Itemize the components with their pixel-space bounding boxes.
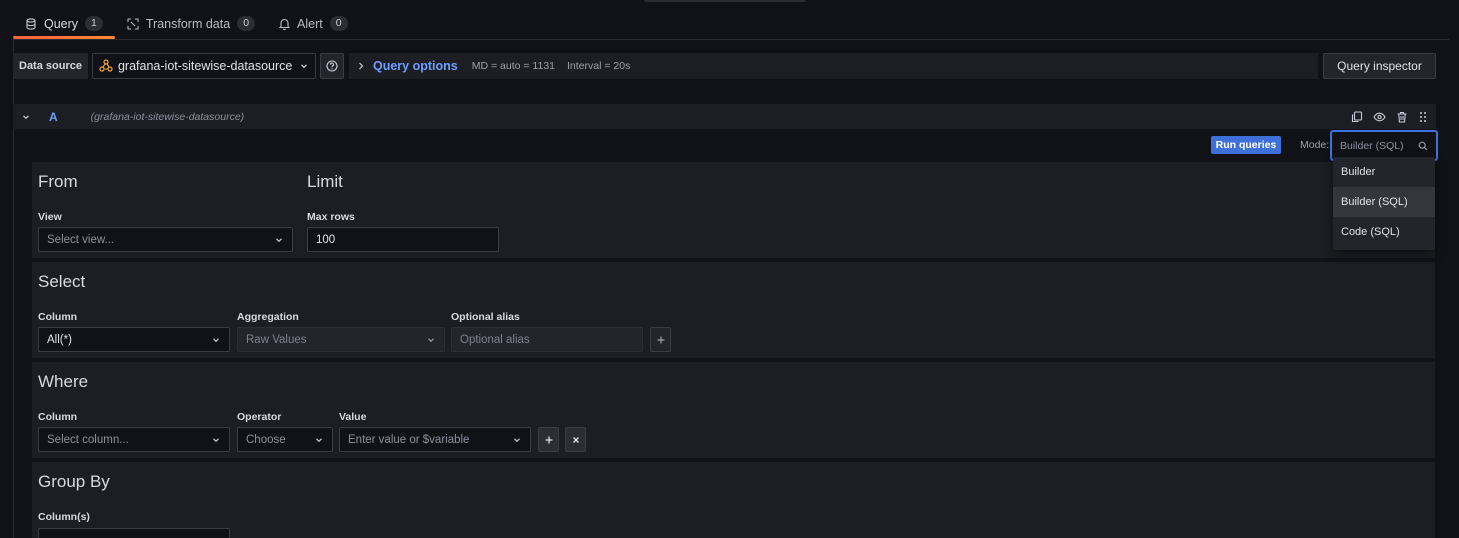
chevron-right-icon xyxy=(357,61,365,71)
group-by-columns-select[interactable] xyxy=(38,528,230,538)
max-rows-label: Max rows xyxy=(307,211,355,223)
bell-icon xyxy=(279,18,291,30)
tab-transform-label: Transform data xyxy=(145,16,231,31)
datasource-name: grafana-iot-sitewise-datasource xyxy=(117,59,293,73)
plus-icon xyxy=(544,435,554,445)
datasource-label: Data source xyxy=(13,53,88,79)
tab-transform-count: 0 xyxy=(237,16,256,31)
mode-label: Mode: xyxy=(1300,139,1330,151)
question-circle-icon xyxy=(326,60,338,72)
tab-query-count: 1 xyxy=(85,16,103,31)
close-icon xyxy=(571,435,581,445)
alias-placeholder: Optional alias xyxy=(460,333,530,346)
query-row-header: A (grafana-iot-sitewise-datasource) xyxy=(13,104,1436,129)
select-column-value: All(*) xyxy=(47,333,72,346)
operator-placeholder: Choose xyxy=(246,433,286,446)
select-title: Select xyxy=(38,272,86,291)
top-notch xyxy=(644,0,806,2)
view-select[interactable]: Select view... xyxy=(38,227,293,252)
datasource-picker[interactable]: grafana-iot-sitewise-datasource xyxy=(91,53,316,79)
query-ref-id[interactable]: A xyxy=(49,110,58,124)
from-title: From xyxy=(38,172,78,191)
alias-label: Optional alias xyxy=(451,311,520,323)
chevron-down-icon xyxy=(211,435,221,445)
operator-select[interactable]: Choose xyxy=(237,427,333,452)
aggregation-select[interactable]: Raw Values xyxy=(237,327,445,352)
eye-icon[interactable] xyxy=(1373,111,1386,123)
select-column-select[interactable]: All(*) xyxy=(38,327,230,352)
query-inspector-button[interactable]: Query inspector xyxy=(1323,53,1436,79)
datasource-row: Data source grafana-iot-sitewise-datasou… xyxy=(13,53,1436,79)
query-row-actions xyxy=(1351,110,1428,123)
from-limit-section: From View Select view... Limit Max rows … xyxy=(32,162,1435,258)
datasource-help-button[interactable] xyxy=(319,53,344,79)
query-options-title: Query options xyxy=(372,59,458,73)
tab-transform-data[interactable]: Transform data 0 xyxy=(115,8,267,39)
aggregation-value: Raw Values xyxy=(246,333,307,346)
duplicate-icon[interactable] xyxy=(1351,110,1363,123)
add-where-condition-button[interactable] xyxy=(538,427,559,452)
tab-alert-label: Alert xyxy=(297,16,323,31)
group-by-columns-label: Column(s) xyxy=(38,511,90,523)
mode-option-builder[interactable]: Builder xyxy=(1333,157,1435,187)
tab-alert[interactable]: Alert 0 xyxy=(267,8,360,39)
tab-query-label: Query xyxy=(44,16,79,31)
where-value-select[interactable]: Enter value or $variable xyxy=(339,427,531,452)
chevron-down-icon xyxy=(274,235,284,245)
where-column-placeholder: Select column... xyxy=(47,433,129,446)
aggregation-label: Aggregation xyxy=(237,311,299,323)
where-title: Where xyxy=(38,372,89,391)
transform-icon xyxy=(127,17,139,30)
group-by-title: Group By xyxy=(38,472,110,491)
query-options-interval: Interval = 20s xyxy=(567,60,631,72)
select-section: Select Column All(*) Aggregation Raw Val… xyxy=(32,262,1435,358)
query-options-toggle[interactable]: Query options MD = auto = 1131 Interval … xyxy=(348,53,1318,79)
select-column-label: Column xyxy=(38,311,78,323)
max-rows-input[interactable]: 100 xyxy=(307,227,499,252)
run-queries-button[interactable]: Run queries xyxy=(1211,136,1281,154)
mode-option-code-sql[interactable]: Code (SQL) xyxy=(1333,217,1435,247)
chevron-down-icon xyxy=(512,435,522,445)
chevron-down-icon xyxy=(314,435,324,445)
sitewise-logo-icon xyxy=(99,59,113,73)
plus-icon xyxy=(656,335,666,345)
mode-select-value: Builder (SQL) xyxy=(1340,139,1404,152)
mode-option-builder-sql[interactable]: Builder (SQL) xyxy=(1333,187,1435,217)
limit-title: Limit xyxy=(307,172,343,191)
where-column-label: Column xyxy=(38,411,78,423)
chevron-down-icon xyxy=(211,335,221,345)
remove-where-condition-button[interactable] xyxy=(565,427,586,452)
mode-dropdown-menu: Builder Builder (SQL) Code (SQL) xyxy=(1333,157,1435,250)
group-by-section: Group By Column(s) xyxy=(32,462,1435,538)
value-label: Value xyxy=(339,411,367,423)
tab-query[interactable]: Query 1 xyxy=(13,8,115,39)
trash-icon[interactable] xyxy=(1396,111,1408,123)
view-label: View xyxy=(38,211,62,223)
tab-alert-count: 0 xyxy=(329,16,348,31)
chevron-down-icon xyxy=(426,335,436,345)
where-section: Where Column Select column... Operator C… xyxy=(32,362,1435,458)
max-rows-value: 100 xyxy=(316,233,336,246)
operator-label: Operator xyxy=(237,411,282,423)
view-select-placeholder: Select view... xyxy=(47,233,115,246)
database-icon xyxy=(25,17,37,30)
where-value-placeholder: Enter value or $variable xyxy=(348,433,470,446)
search-icon xyxy=(1418,141,1428,151)
where-column-select[interactable]: Select column... xyxy=(38,427,230,452)
chevron-down-icon xyxy=(299,61,309,71)
query-editor-tabs: Query 1 Transform data 0 Alert 0 xyxy=(13,8,360,39)
alias-input[interactable]: Optional alias xyxy=(451,327,643,352)
drag-handle-icon[interactable] xyxy=(1418,111,1428,123)
collapse-chevron-icon[interactable] xyxy=(21,112,31,122)
add-select-column-button[interactable] xyxy=(650,327,671,352)
query-options-md: MD = auto = 1131 xyxy=(471,60,555,72)
query-datasource-name: (grafana-iot-sitewise-datasource) xyxy=(90,110,245,123)
